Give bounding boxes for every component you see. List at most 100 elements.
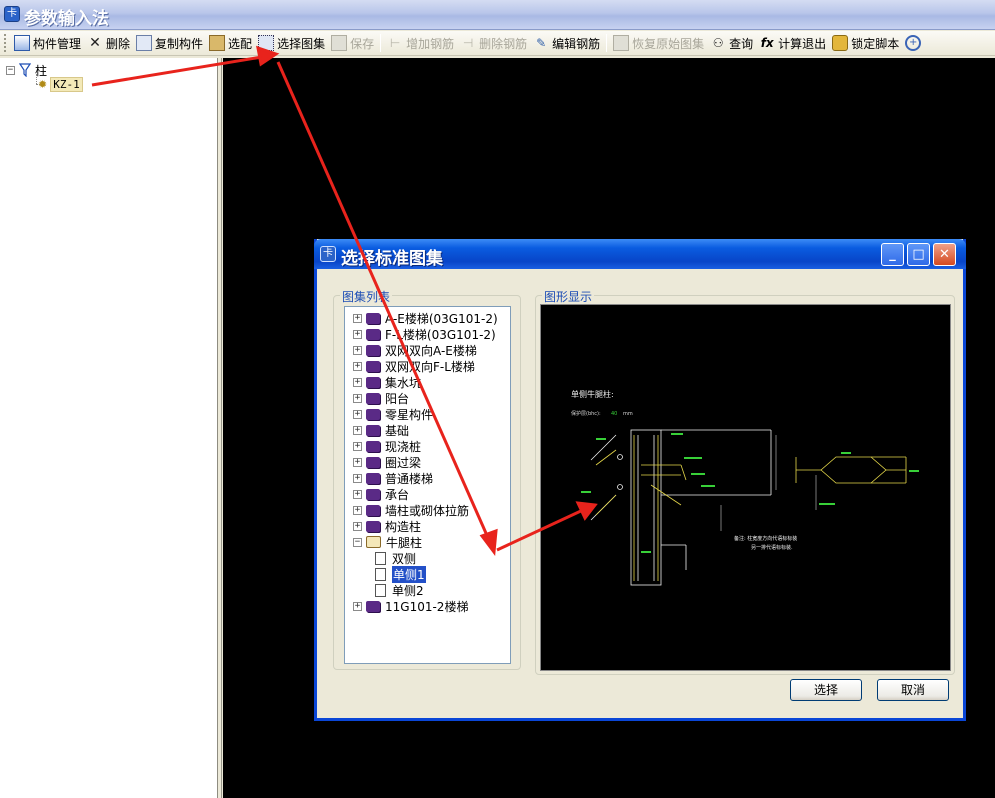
edit-rebar-button[interactable]: ✎ 编辑钢筋	[530, 32, 603, 54]
atlas-list-item[interactable]: + 墙柱或砌体拉筋	[353, 502, 469, 518]
atlas-list-item[interactable]: + 圈过梁	[353, 454, 421, 470]
calculate-exit-button[interactable]: fx 计算退出	[756, 32, 829, 54]
atlas-list-item[interactable]: + 集水坑	[353, 374, 421, 390]
atlas-item-label: 零星构件	[385, 407, 434, 422]
panel-splitter[interactable]	[218, 58, 222, 798]
select-atlas-button[interactable]: 选择图集	[255, 32, 328, 54]
preview-label: 图形显示	[542, 288, 595, 305]
select-atlas-dialog: 卡 选择标准图集 _ □ ✕ 图集列表 + A-E楼梯(03G101-2) + F-L…	[314, 239, 966, 721]
expand-toggle[interactable]: +	[353, 505, 362, 515]
atlas-item-label: 普通楼梯	[385, 471, 434, 486]
atlas-list-item[interactable]: + 构造柱	[353, 518, 421, 534]
expand-toggle[interactable]: +	[353, 313, 362, 323]
zoom-icon: +	[905, 35, 922, 51]
expand-toggle[interactable]: +	[353, 425, 362, 435]
atlas-list-item[interactable]: +11G101-2楼梯	[353, 598, 468, 614]
atlas-item-label: 基础	[385, 423, 410, 438]
atlas-item-label: 承台	[385, 487, 410, 502]
filter-icon	[19, 63, 31, 77]
atlas-list-item[interactable]: 双侧	[375, 550, 416, 566]
atlas-item-label: 圈过梁	[385, 455, 422, 470]
restore-atlas-button[interactable]: 恢复原始图集	[610, 32, 707, 54]
toolbar-grip[interactable]	[4, 34, 8, 52]
atlas-item-label: 单侧1	[391, 564, 427, 584]
atlas-list-item[interactable]: + 零星构件	[353, 406, 433, 422]
expand-toggle[interactable]: +	[353, 489, 362, 499]
toolbar-separator	[380, 34, 382, 52]
expand-toggle[interactable]: +	[353, 377, 362, 387]
atlas-item-label: A-E楼梯(03G101-2)	[385, 311, 498, 326]
preview-heading: 单侧牛腿柱:	[571, 389, 614, 399]
component-tree-panel: − 柱	[0, 58, 218, 798]
book-icon	[366, 456, 380, 468]
select-atlas-icon	[258, 35, 275, 51]
add-rebar-button[interactable]: ⊢ 增加钢筋	[384, 32, 457, 54]
match-icon	[209, 35, 226, 51]
atlas-list-item[interactable]: 单侧2	[375, 582, 424, 598]
book-icon	[366, 504, 380, 516]
maximize-button[interactable]: □	[907, 243, 930, 266]
atlas-list-item[interactable]: + 承台	[353, 486, 409, 502]
atlas-list-item[interactable]: + 现浇桩	[353, 438, 421, 454]
expand-toggle[interactable]: +	[353, 521, 362, 531]
title-bar: 卡 参数输入法	[0, 0, 995, 30]
atlas-item-label: 双网双向A-E楼梯	[385, 343, 477, 358]
toolbar: 构件管理 ✕ 删除 复制构件 选配 选择图集 保存 ⊢ 增加钢筋 ⊣ 删除钢筋 ✎ 编辑…	[0, 31, 995, 56]
expand-toggle[interactable]: +	[353, 409, 362, 419]
match-button[interactable]: 选配	[206, 32, 255, 54]
expand-toggle[interactable]: +	[353, 329, 362, 339]
atlas-tree[interactable]: + A-E楼梯(03G101-2) + F-L楼梯(03G101-2) + 双网双向A-E…	[344, 306, 511, 664]
atlas-list-item[interactable]: + 双网双向F-L楼梯	[353, 358, 475, 374]
dialog-title-bar[interactable]: 卡 选择标准图集 _ □ ✕	[314, 239, 966, 269]
book-icon	[366, 488, 380, 500]
expand-toggle[interactable]: +	[353, 441, 362, 451]
delete-icon: ✕	[89, 35, 101, 51]
minimize-button[interactable]: _	[881, 243, 904, 266]
atlas-list-item[interactable]: − 牛腿柱	[353, 534, 422, 550]
atlas-list-item[interactable]: + 阳台	[353, 390, 409, 406]
atlas-list-item[interactable]: + F-L楼梯(03G101-2)	[353, 326, 496, 342]
app-icon: 卡	[4, 6, 20, 22]
preview-cover-unit: mm	[623, 411, 633, 417]
expand-toggle[interactable]: +	[353, 393, 362, 403]
restore-atlas-icon	[613, 35, 630, 51]
edit-rebar-icon: ✎	[536, 36, 547, 50]
atlas-list-item[interactable]: + 普通楼梯	[353, 470, 433, 486]
select-button[interactable]: 选择	[790, 679, 862, 701]
atlas-item-label: 阳台	[385, 391, 410, 406]
book-icon	[366, 520, 380, 532]
atlas-list-item[interactable]: + 双网双向A-E楼梯	[353, 342, 477, 358]
preview-cover-label: 保护层(bhc):	[571, 410, 601, 417]
atlas-item-label: 单侧2	[392, 583, 424, 598]
atlas-item-label: 构造柱	[385, 519, 422, 534]
atlas-item-label: 双网双向F-L楼梯	[385, 359, 475, 374]
collapse-toggle[interactable]: −	[353, 537, 362, 547]
component-manager-button[interactable]: 构件管理	[11, 32, 84, 54]
atlas-list-item[interactable]: + 基础	[353, 422, 409, 438]
expand-toggle[interactable]: +	[353, 345, 362, 355]
cancel-button[interactable]: 取消	[877, 679, 949, 701]
close-button[interactable]: ✕	[933, 243, 956, 266]
tree-node-kz1[interactable]: ✹ KZ-1	[28, 76, 83, 92]
zoom-button[interactable]: +	[902, 32, 927, 54]
book-icon	[366, 408, 380, 420]
copy-component-button[interactable]: 复制构件	[133, 32, 206, 54]
atlas-list-item[interactable]: + A-E楼梯(03G101-2)	[353, 310, 498, 326]
lock-icon	[832, 35, 849, 51]
delete-button[interactable]: ✕ 删除	[84, 32, 133, 54]
component-gear-icon: ✹	[38, 77, 48, 91]
open-book-icon	[366, 536, 381, 548]
expand-toggle[interactable]: +	[353, 361, 362, 371]
expand-toggle[interactable]: +	[353, 457, 362, 467]
atlas-list-item[interactable]: 单侧1	[375, 564, 427, 584]
collapse-toggle[interactable]: −	[6, 65, 15, 75]
component-manager-icon	[14, 35, 30, 51]
save-button[interactable]: 保存	[328, 32, 377, 54]
expand-toggle[interactable]: +	[353, 473, 362, 483]
delete-rebar-button[interactable]: ⊣ 删除钢筋	[457, 32, 530, 54]
lock-script-button[interactable]: 锁定脚本	[829, 32, 902, 54]
tree-node-label: KZ-1	[50, 76, 83, 92]
book-icon	[366, 472, 380, 484]
expand-toggle[interactable]: +	[353, 601, 362, 611]
query-button[interactable]: ⚇ 查询	[707, 32, 756, 54]
